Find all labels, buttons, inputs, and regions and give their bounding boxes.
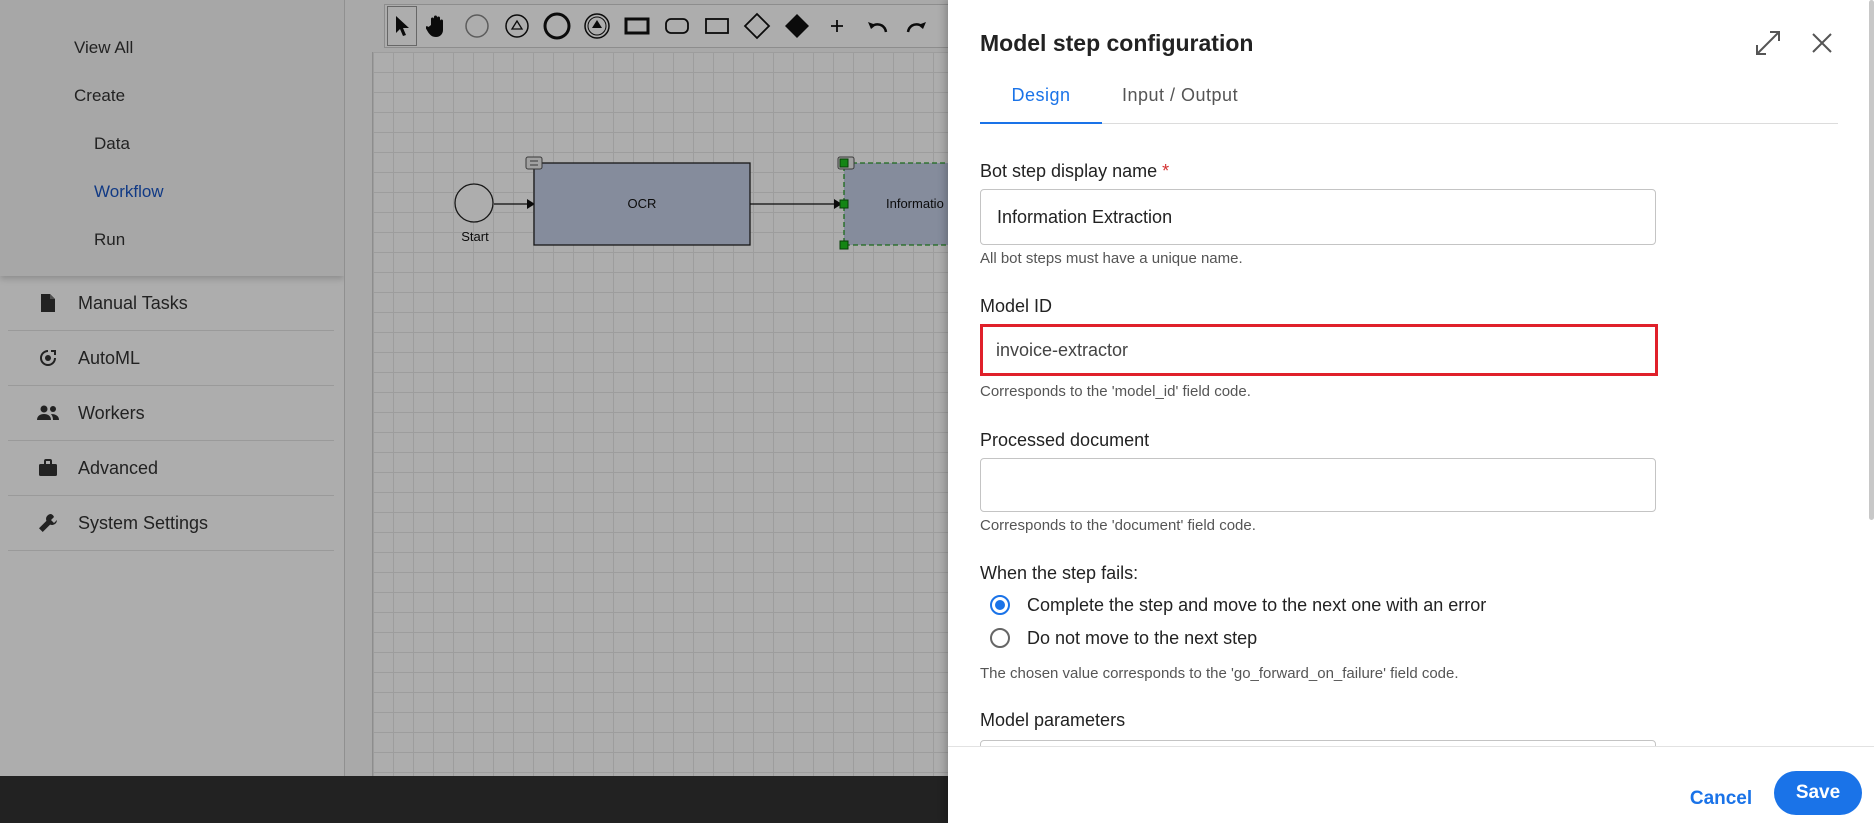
display-name-input[interactable] bbox=[981, 190, 1655, 244]
panel-content: Bot step display name * All bot steps mu… bbox=[980, 124, 1838, 746]
model-id-label: Model ID bbox=[980, 296, 1053, 316]
tab-input-output[interactable]: Input / Output bbox=[1122, 78, 1252, 124]
failure-label: When the step fails: bbox=[980, 563, 1139, 583]
required-mark: * bbox=[1162, 161, 1170, 181]
radio-label: Do not move to the next step bbox=[1027, 627, 1258, 648]
processed-document-input[interactable] bbox=[981, 459, 1655, 511]
model-parameters-label: Model parameters bbox=[980, 710, 1126, 730]
page-footer-bar bbox=[0, 776, 948, 823]
radio-button[interactable] bbox=[990, 628, 1010, 648]
close-icon[interactable] bbox=[1806, 27, 1838, 59]
display-name-help: All bot steps must have a unique name. bbox=[980, 250, 1243, 267]
failure-help: The chosen value corresponds to the 'go_… bbox=[980, 665, 1459, 682]
display-name-field[interactable] bbox=[980, 189, 1656, 245]
failure-option-stop[interactable]: Do not move to the next step bbox=[990, 625, 1257, 651]
processed-document-label: Processed document bbox=[980, 430, 1150, 450]
panel-title: Model step configuration bbox=[980, 30, 1254, 56]
radio-button-checked[interactable] bbox=[990, 595, 1010, 615]
modal-backdrop[interactable] bbox=[0, 0, 948, 823]
radio-label: Complete the step and move to the next o… bbox=[1027, 594, 1487, 615]
save-button[interactable]: Save bbox=[1774, 771, 1862, 815]
model-id-help: Corresponds to the 'model_id' field code… bbox=[980, 383, 1251, 400]
panel-scrollbar[interactable] bbox=[1869, 0, 1874, 520]
config-panel: Model step configuration Design Input / … bbox=[948, 0, 1874, 823]
model-id-field[interactable] bbox=[980, 324, 1658, 376]
failure-option-continue[interactable]: Complete the step and move to the next o… bbox=[990, 592, 1486, 618]
panel-tabs: Design Input / Output bbox=[980, 78, 1838, 124]
panel-footer: Cancel Save bbox=[948, 746, 1874, 823]
tab-design[interactable]: Design bbox=[980, 78, 1102, 124]
expand-icon[interactable] bbox=[1752, 27, 1784, 59]
display-name-label: Bot step display name * bbox=[980, 161, 1170, 181]
model-id-input[interactable] bbox=[983, 327, 1655, 373]
processed-document-field[interactable] bbox=[980, 458, 1656, 512]
cancel-button[interactable]: Cancel bbox=[1671, 783, 1771, 815]
processed-document-help: Corresponds to the 'document' field code… bbox=[980, 517, 1256, 534]
